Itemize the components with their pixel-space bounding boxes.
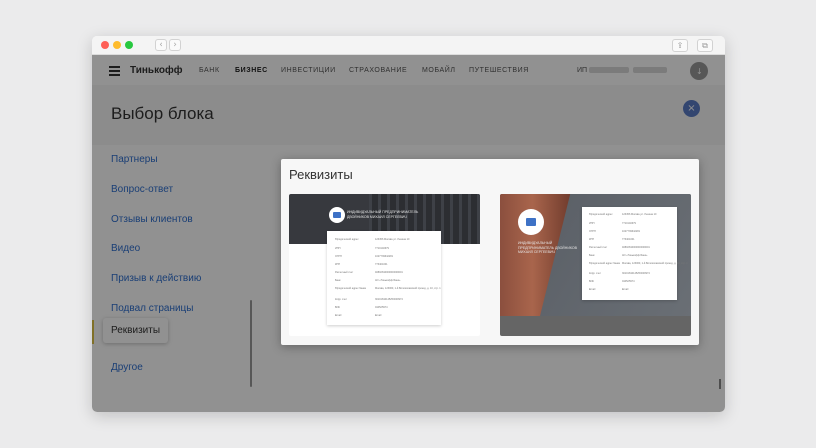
req-label: Юридический адрес банка (335, 287, 366, 290)
modal-title: Реквизиты (289, 167, 353, 182)
req-label: Расчетный счет (335, 271, 354, 274)
requisites-modal: Реквизиты ИНДИВИДУАЛЬНЫЙ ПРЕДПРИНИМАТЕЛЬ… (281, 159, 699, 345)
req-value: 7710140679 (375, 247, 389, 250)
req-label: ИНН (335, 247, 341, 250)
requisites-template-2[interactable]: ИНДИВИДУАЛЬНЫЙ ПРЕДПРИНИМАТЕЛЬ ДВОЙНИКОВ… (500, 194, 691, 336)
req-value: 773401001 (375, 263, 388, 266)
req-value: 1027739642281 (375, 255, 394, 258)
hero-company-name: ИНДИВИДУАЛЬНЫЙ ПРЕДПРИНИМАТЕЛЬ ДВОЙНИКОВ… (518, 241, 577, 254)
req-value: 30101810145250000974 (622, 272, 650, 275)
forward-arrow-icon[interactable]: › (169, 39, 181, 51)
req-value: Email (375, 314, 382, 317)
tabs-icon[interactable]: ⧉ (697, 39, 713, 52)
close-window-icon[interactable] (101, 41, 109, 49)
requisites-table: Юридический адрес 123456 Москва ул. Лени… (582, 207, 688, 300)
req-value: 773401001 (622, 238, 635, 241)
req-value: 40802810000000000001 (375, 271, 403, 274)
requisites-table: Юридический адрес 123456 Москва ул. Лени… (327, 231, 441, 325)
req-value: Email (622, 288, 629, 291)
req-label: Корр. счет (335, 298, 347, 301)
req-label: КПП (589, 238, 595, 241)
req-value: 123456 Москва ул. Ленина 10 (622, 213, 657, 216)
req-label: ОГРН (335, 255, 342, 258)
req-label: КПП (335, 263, 341, 266)
req-label: Юридический адрес (335, 238, 359, 241)
req-value: 1027739642281 (622, 230, 641, 233)
req-value: 40802810000000000001 (622, 246, 650, 249)
req-value: Москва, 123060, 1-й Волоколамский проезд… (375, 287, 441, 290)
briefcase-icon (329, 207, 345, 223)
back-arrow-icon[interactable]: ‹ (155, 39, 167, 51)
hero-company-name: ИНДИВИДУАЛЬНЫЙ ПРЕДПРИНИМАТЕЛЬ ДВОЙНИКОВ… (347, 210, 419, 219)
req-label: Email (589, 288, 596, 291)
req-value: 123456 Москва ул. Ленина 10 (375, 238, 410, 241)
req-label: БИК (335, 306, 340, 309)
share-icon[interactable]: ⇪ (672, 39, 688, 52)
req-value: 30101810145250000974 (375, 298, 403, 301)
req-value: 044525974 (622, 280, 635, 283)
req-label: БИК (589, 280, 594, 283)
minimize-window-icon[interactable] (113, 41, 121, 49)
req-value: 7710140679 (622, 222, 636, 225)
req-value: АО «Тинькофф Банк» (375, 279, 401, 282)
req-label: Расчетный счет (589, 246, 608, 249)
req-label: Email (335, 314, 342, 317)
browser-window: ‹ › ⇪ ⧉ Тинькофф БАНК БИЗНЕС ИНВЕСТИЦИИ … (92, 36, 725, 412)
browser-toolbar: ‹ › ⇪ ⧉ (92, 36, 725, 55)
req-label: Юридический адрес банка (589, 262, 620, 265)
req-label: ИНН (589, 222, 595, 225)
briefcase-icon (518, 209, 544, 235)
req-label: ОГРН (589, 230, 596, 233)
req-label: Корр. счет (589, 272, 601, 275)
req-label: Банк (335, 279, 341, 282)
req-label: Банк (589, 254, 595, 257)
req-value: Москва, 123060, 1-й Волоколамский проезд… (622, 262, 688, 265)
req-label: Юридический адрес (589, 213, 613, 216)
req-value: 044525974 (375, 306, 388, 309)
requisites-template-1[interactable]: ИНДИВИДУАЛЬНЫЙ ПРЕДПРИНИМАТЕЛЬ ДВОЙНИКОВ… (289, 194, 480, 336)
req-value: АО «Тинькофф Банк» (622, 254, 648, 257)
zoom-window-icon[interactable] (125, 41, 133, 49)
